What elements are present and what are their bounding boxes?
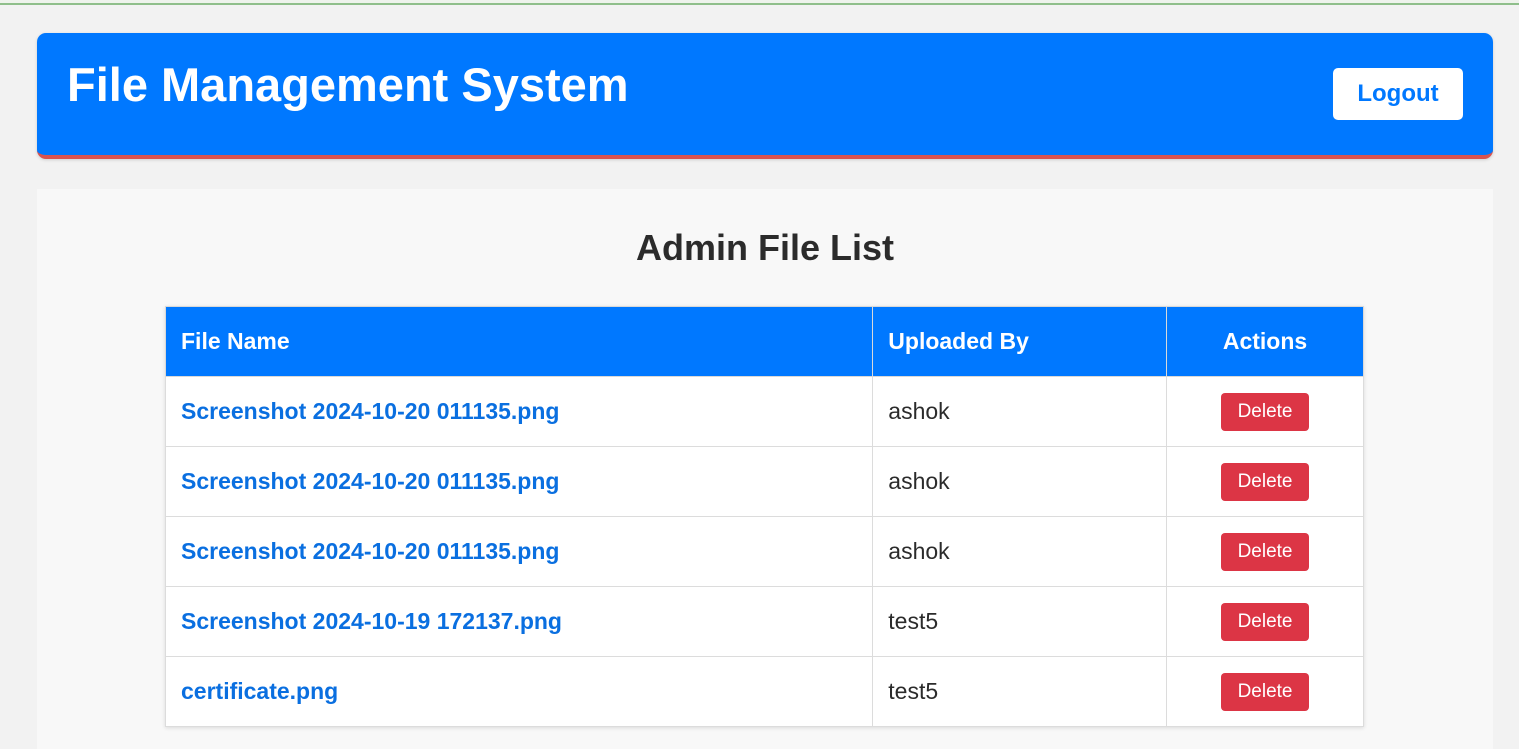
table-row: Screenshot 2024-10-20 011135.png ashok D…: [164, 446, 1364, 517]
actions-cell: Delete: [1166, 656, 1364, 727]
actions-cell: Delete: [1166, 586, 1364, 657]
file-name-cell: Screenshot 2024-10-20 011135.png: [164, 376, 874, 447]
table-row: Screenshot 2024-10-20 011135.png ashok D…: [164, 376, 1364, 447]
uploaded-by-cell: ashok: [872, 376, 1168, 447]
delete-button[interactable]: Delete: [1221, 602, 1310, 641]
file-link[interactable]: Screenshot 2024-10-19 172137.png: [181, 608, 562, 634]
logout-button[interactable]: Logout: [1333, 68, 1463, 120]
browser-top-strip: [0, 0, 1519, 5]
file-link[interactable]: Screenshot 2024-10-20 011135.png: [181, 398, 559, 424]
column-header-actions: Actions: [1166, 306, 1364, 377]
delete-button[interactable]: Delete: [1221, 672, 1310, 711]
uploaded-by-cell: ashok: [872, 516, 1168, 587]
table-row: Screenshot 2024-10-19 172137.png test5 D…: [164, 586, 1364, 657]
file-name-cell: Screenshot 2024-10-20 011135.png: [164, 516, 874, 587]
uploaded-by-cell: ashok: [872, 446, 1168, 517]
page-title: Admin File List: [635, 227, 894, 268]
delete-button[interactable]: Delete: [1221, 532, 1310, 571]
file-link[interactable]: Screenshot 2024-10-20 011135.png: [181, 468, 559, 494]
column-header-file-name: File Name: [164, 306, 874, 377]
file-name-cell: Screenshot 2024-10-20 011135.png: [164, 446, 874, 517]
actions-cell: Delete: [1166, 376, 1364, 447]
delete-button[interactable]: Delete: [1221, 392, 1310, 431]
file-link[interactable]: certificate.png: [181, 678, 338, 704]
table-row: certificate.png test5 Delete: [164, 656, 1364, 727]
table-row: Screenshot 2024-10-20 011135.png ashok D…: [164, 516, 1364, 587]
file-name-cell: certificate.png: [164, 656, 874, 727]
actions-cell: Delete: [1166, 516, 1364, 587]
uploaded-by-cell: test5: [872, 586, 1168, 657]
file-name-cell: Screenshot 2024-10-19 172137.png: [164, 586, 874, 657]
table-header-row: File Name Uploaded By Actions: [164, 306, 1364, 377]
app-title: File Management System: [67, 58, 629, 111]
delete-button[interactable]: Delete: [1221, 462, 1310, 501]
actions-cell: Delete: [1166, 446, 1364, 517]
app-header: File Management System Logout: [37, 33, 1493, 159]
file-table: File Name Uploaded By Actions Screenshot…: [164, 306, 1364, 727]
column-header-uploaded-by: Uploaded By: [872, 306, 1168, 377]
uploaded-by-cell: test5: [872, 656, 1168, 727]
file-list-panel: Admin File List File Name Uploaded By Ac…: [37, 189, 1493, 749]
file-link[interactable]: Screenshot 2024-10-20 011135.png: [181, 538, 559, 564]
